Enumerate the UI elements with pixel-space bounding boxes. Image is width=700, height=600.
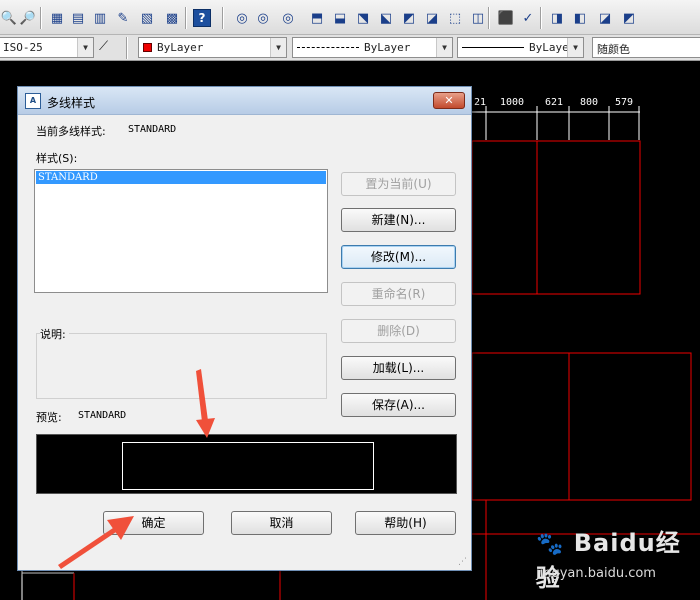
cancel-button[interactable]: 取消 bbox=[231, 511, 332, 535]
imprint-icon[interactable]: ◨ bbox=[548, 9, 566, 27]
calculator-icon[interactable]: ▩ bbox=[163, 9, 181, 27]
dimension-text: 579 bbox=[615, 97, 634, 108]
styles-listbox[interactable]: STANDARD bbox=[34, 169, 328, 293]
set-current-button[interactable]: 置为当前(U) bbox=[341, 172, 456, 196]
toolbar-separator bbox=[540, 7, 542, 29]
chevron-down-icon[interactable]: ▼ bbox=[270, 38, 286, 57]
intersect-icon[interactable]: ◎ bbox=[279, 9, 297, 27]
linetype-combo[interactable]: ByLayer ▼ bbox=[292, 37, 453, 58]
clean-icon[interactable]: ⬛ bbox=[497, 9, 515, 27]
modify-button[interactable]: 修改(M)... bbox=[341, 245, 456, 269]
markup-icon[interactable]: ✎ bbox=[114, 9, 132, 27]
color-value: ByLayer bbox=[157, 41, 204, 54]
autocad-app-icon: A bbox=[25, 93, 41, 109]
preview-style-name: STANDARD bbox=[78, 410, 127, 421]
design-center-icon[interactable]: ▤ bbox=[69, 9, 87, 27]
paw-logo-icon: 🐾 bbox=[536, 532, 565, 557]
zoom-realtime-icon[interactable]: 🔎 bbox=[19, 9, 37, 27]
multiline-style-dialog: A 多线样式 ✕ 当前多线样式: STANDARD 样式(S): STANDAR… bbox=[17, 86, 472, 571]
description-label: 说明: bbox=[40, 326, 69, 342]
shell-icon[interactable]: ⬚ bbox=[446, 9, 464, 27]
extrude-icon[interactable]: ⬒ bbox=[308, 9, 326, 27]
room-outline bbox=[471, 352, 692, 501]
dimension-text: 21 bbox=[474, 97, 487, 108]
subtract-icon[interactable]: ◎ bbox=[254, 9, 272, 27]
chevron-down-icon[interactable]: ▼ bbox=[436, 38, 452, 57]
new-button[interactable]: 新建(N)... bbox=[341, 208, 456, 232]
chevron-down-icon[interactable]: ▼ bbox=[567, 38, 583, 57]
wall-outline bbox=[471, 140, 641, 295]
dimstyle-value: ISO-25 bbox=[3, 41, 43, 54]
linetype-sample-icon bbox=[297, 47, 359, 48]
color-edges-icon[interactable]: ◪ bbox=[596, 9, 614, 27]
load-button[interactable]: 加载(L)... bbox=[341, 356, 456, 380]
preview-label: 预览: bbox=[36, 411, 62, 424]
linetype-value: ByLayer bbox=[364, 41, 411, 54]
section-icon[interactable]: ◩ bbox=[400, 9, 418, 27]
dimension-text: 1000 bbox=[500, 97, 525, 108]
styles-label: 样式(S): bbox=[36, 152, 78, 165]
toolbar-separator bbox=[222, 7, 224, 29]
close-icon: ✕ bbox=[444, 94, 454, 107]
watermark-url: jingyan.baidu.com bbox=[536, 566, 656, 581]
preview-pane bbox=[36, 434, 457, 494]
toolbar-separator bbox=[40, 7, 42, 29]
toolbar-separator bbox=[488, 7, 490, 29]
ok-button[interactable]: 确定 bbox=[103, 511, 204, 535]
chevron-down-icon[interactable]: ▼ bbox=[77, 38, 93, 57]
resize-grip-icon[interactable]: ⋰ bbox=[458, 558, 468, 568]
dialog-titlebar[interactable]: A 多线样式 ✕ bbox=[18, 87, 471, 115]
help-icon[interactable]: ? bbox=[193, 9, 211, 27]
save-button[interactable]: 保存(A)... bbox=[341, 393, 456, 417]
color-combo[interactable]: ByLayer ▼ bbox=[138, 37, 287, 58]
multiline-preview bbox=[122, 442, 374, 490]
copy-edges-icon[interactable]: ◧ bbox=[571, 9, 589, 27]
check-icon[interactable]: ✓ bbox=[519, 9, 537, 27]
standard-toolbar: 🔍 🔎 ▦ ▤ ▥ ✎ ▧ ▩? ◎ ◎ ◎ ⬒ ⬓ ⬔ ⬕ ◩ ◪ ⬚ ◫ ⬛ ✓ ◨ ◧ ◪ ◩ bbox=[0, 0, 700, 35]
plotstyle-combo[interactable]: 随颜色 bbox=[592, 37, 700, 58]
zoom-icon[interactable]: 🔍 bbox=[0, 9, 18, 27]
lineweight-combo[interactable]: ByLayer ▼ bbox=[457, 37, 584, 58]
lineweight-sample-icon bbox=[462, 47, 524, 48]
dimstyle-combo[interactable]: ISO-25 ▼ bbox=[0, 37, 94, 58]
toolbar-separator bbox=[185, 7, 187, 29]
description-box bbox=[36, 333, 327, 399]
baidu-jingyan-watermark: 🐾 Baidu经验 bbox=[536, 523, 700, 593]
properties-toolbar: ISO-25 ▼ ⟋ ByLayer ▼ ByLayer ▼ ByLayer ▼… bbox=[0, 35, 700, 61]
toolbar-separator bbox=[126, 37, 128, 59]
dimension-text: 800 bbox=[580, 97, 599, 108]
rename-button[interactable]: 重命名(R) bbox=[341, 282, 456, 306]
separate-icon[interactable]: ◫ bbox=[469, 9, 487, 27]
delete-button[interactable]: 删除(D) bbox=[341, 319, 456, 343]
dimension-text: 621 bbox=[545, 97, 564, 108]
current-style-value: STANDARD bbox=[128, 124, 177, 135]
interference-icon[interactable]: ◪ bbox=[423, 9, 441, 27]
copy-faces-icon[interactable]: ◩ bbox=[620, 9, 638, 27]
tool-palettes-icon[interactable]: ▥ bbox=[91, 9, 109, 27]
revolve-icon[interactable]: ⬓ bbox=[331, 9, 349, 27]
red-swatch-icon bbox=[143, 43, 152, 52]
box-icon[interactable]: ⬔ bbox=[354, 9, 372, 27]
union-icon[interactable]: ◎ bbox=[233, 9, 251, 27]
style-list-item[interactable]: STANDARD bbox=[36, 171, 326, 184]
properties-icon[interactable]: ▦ bbox=[48, 9, 66, 27]
plotstyle-value: 随颜色 bbox=[597, 43, 630, 56]
close-button[interactable]: ✕ bbox=[433, 92, 465, 109]
current-style-label: 当前多线样式: bbox=[36, 125, 106, 138]
sheet-set-icon[interactable]: ▧ bbox=[138, 9, 156, 27]
slice-icon[interactable]: ⬕ bbox=[377, 9, 395, 27]
help-button[interactable]: 帮助(H) bbox=[355, 511, 456, 535]
dialog-title: 多线样式 bbox=[47, 96, 96, 110]
dimension-update-icon[interactable]: ⟋ bbox=[99, 39, 117, 57]
